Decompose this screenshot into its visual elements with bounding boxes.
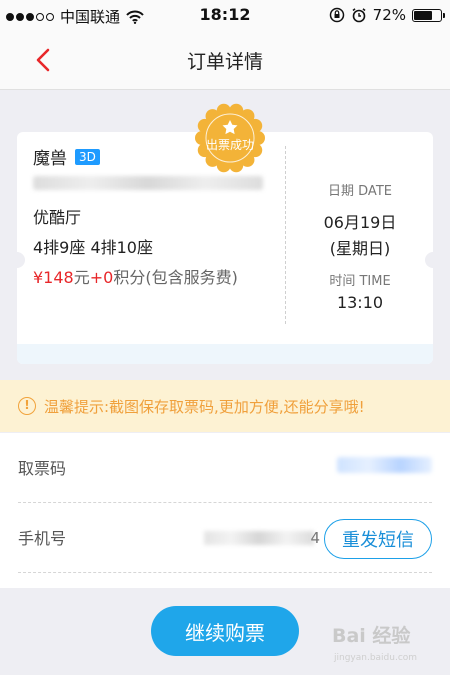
phone-tail-digit: 4 <box>310 529 320 547</box>
pickup-code-label: 取票码 <box>18 459 67 478</box>
alarm-icon <box>352 8 366 23</box>
stamp-text: 出票成功 <box>206 138 254 152</box>
time-value: 13:10 <box>336 293 384 312</box>
pickup-code-row: 取票码 <box>18 433 432 503</box>
date-label: 日期 DATE <box>328 184 392 199</box>
price-amount: ¥148 <box>33 268 74 287</box>
phone-value-blurred <box>204 531 314 545</box>
pickup-code-value-blurred <box>337 457 432 473</box>
time-block: 时间 TIME 13:10 <box>287 270 433 312</box>
battery-icon <box>412 8 445 22</box>
order-info-panel: 取票码 手机号 4 重发短信 <box>0 433 450 588</box>
resend-sms-button[interactable]: 重发短信 <box>324 519 432 559</box>
watermark-sub: jingyan.baidu.com <box>333 653 417 663</box>
battery-percent: 72% <box>372 6 406 24</box>
format-badge: 3D <box>75 148 100 165</box>
page-title: 订单详情 <box>186 51 263 73</box>
price-unit: 元 <box>73 268 90 287</box>
points-value: 0 <box>103 268 114 287</box>
movie-title: 魔兽 <box>33 149 67 169</box>
ticket-notch-right <box>425 252 441 268</box>
date-value: 06月19日 <box>323 213 397 232</box>
warning-icon: ! <box>18 397 36 415</box>
cinema-address-blurred <box>33 176 263 190</box>
ticket-notch-left <box>9 252 25 268</box>
seat-info: 4排9座 4排10座 <box>33 238 153 257</box>
points-suffix: 积分(包含服务费) <box>113 268 238 287</box>
ticket-bottom-strip <box>17 344 433 364</box>
price-plus: + <box>89 268 104 287</box>
nav-bar: 订单详情 <box>0 30 450 90</box>
status-right: 72% <box>329 6 445 24</box>
status-bar: 中国联通 18:12 72% <box>0 0 450 30</box>
weekday-value: (星期日) <box>329 239 391 258</box>
phone-label: 手机号 <box>18 529 67 548</box>
hall-name: 优酷厅 <box>33 208 82 227</box>
ticket-divider <box>285 146 286 324</box>
tip-text: 温馨提示:截图保存取票码,更加方便,还能分享哦! <box>44 397 365 416</box>
date-block: 日期 DATE 06月19日 (星期日) <box>287 180 433 259</box>
movie-header: 魔兽 3D <box>33 144 100 169</box>
baidu-jingyan-watermark: Bai 经验 jingyan.baidu.com <box>330 618 438 666</box>
continue-buying-button[interactable]: 继续购票 <box>151 606 299 656</box>
rotation-lock-icon <box>329 7 344 23</box>
tip-banner: ! 温馨提示:截图保存取票码,更加方便,还能分享哦! <box>0 380 450 432</box>
phone-row: 手机号 4 重发短信 <box>18 503 432 573</box>
watermark-text: Bai 经验 <box>332 624 411 647</box>
time-label: 时间 TIME <box>329 274 391 289</box>
ticket-issued-stamp-icon: 出票成功 <box>195 103 265 173</box>
baidu-logo-icon: Bai 经验 jingyan.baidu.com <box>332 624 417 663</box>
price-line: ¥148元+0积分(包含服务费) <box>33 264 238 288</box>
